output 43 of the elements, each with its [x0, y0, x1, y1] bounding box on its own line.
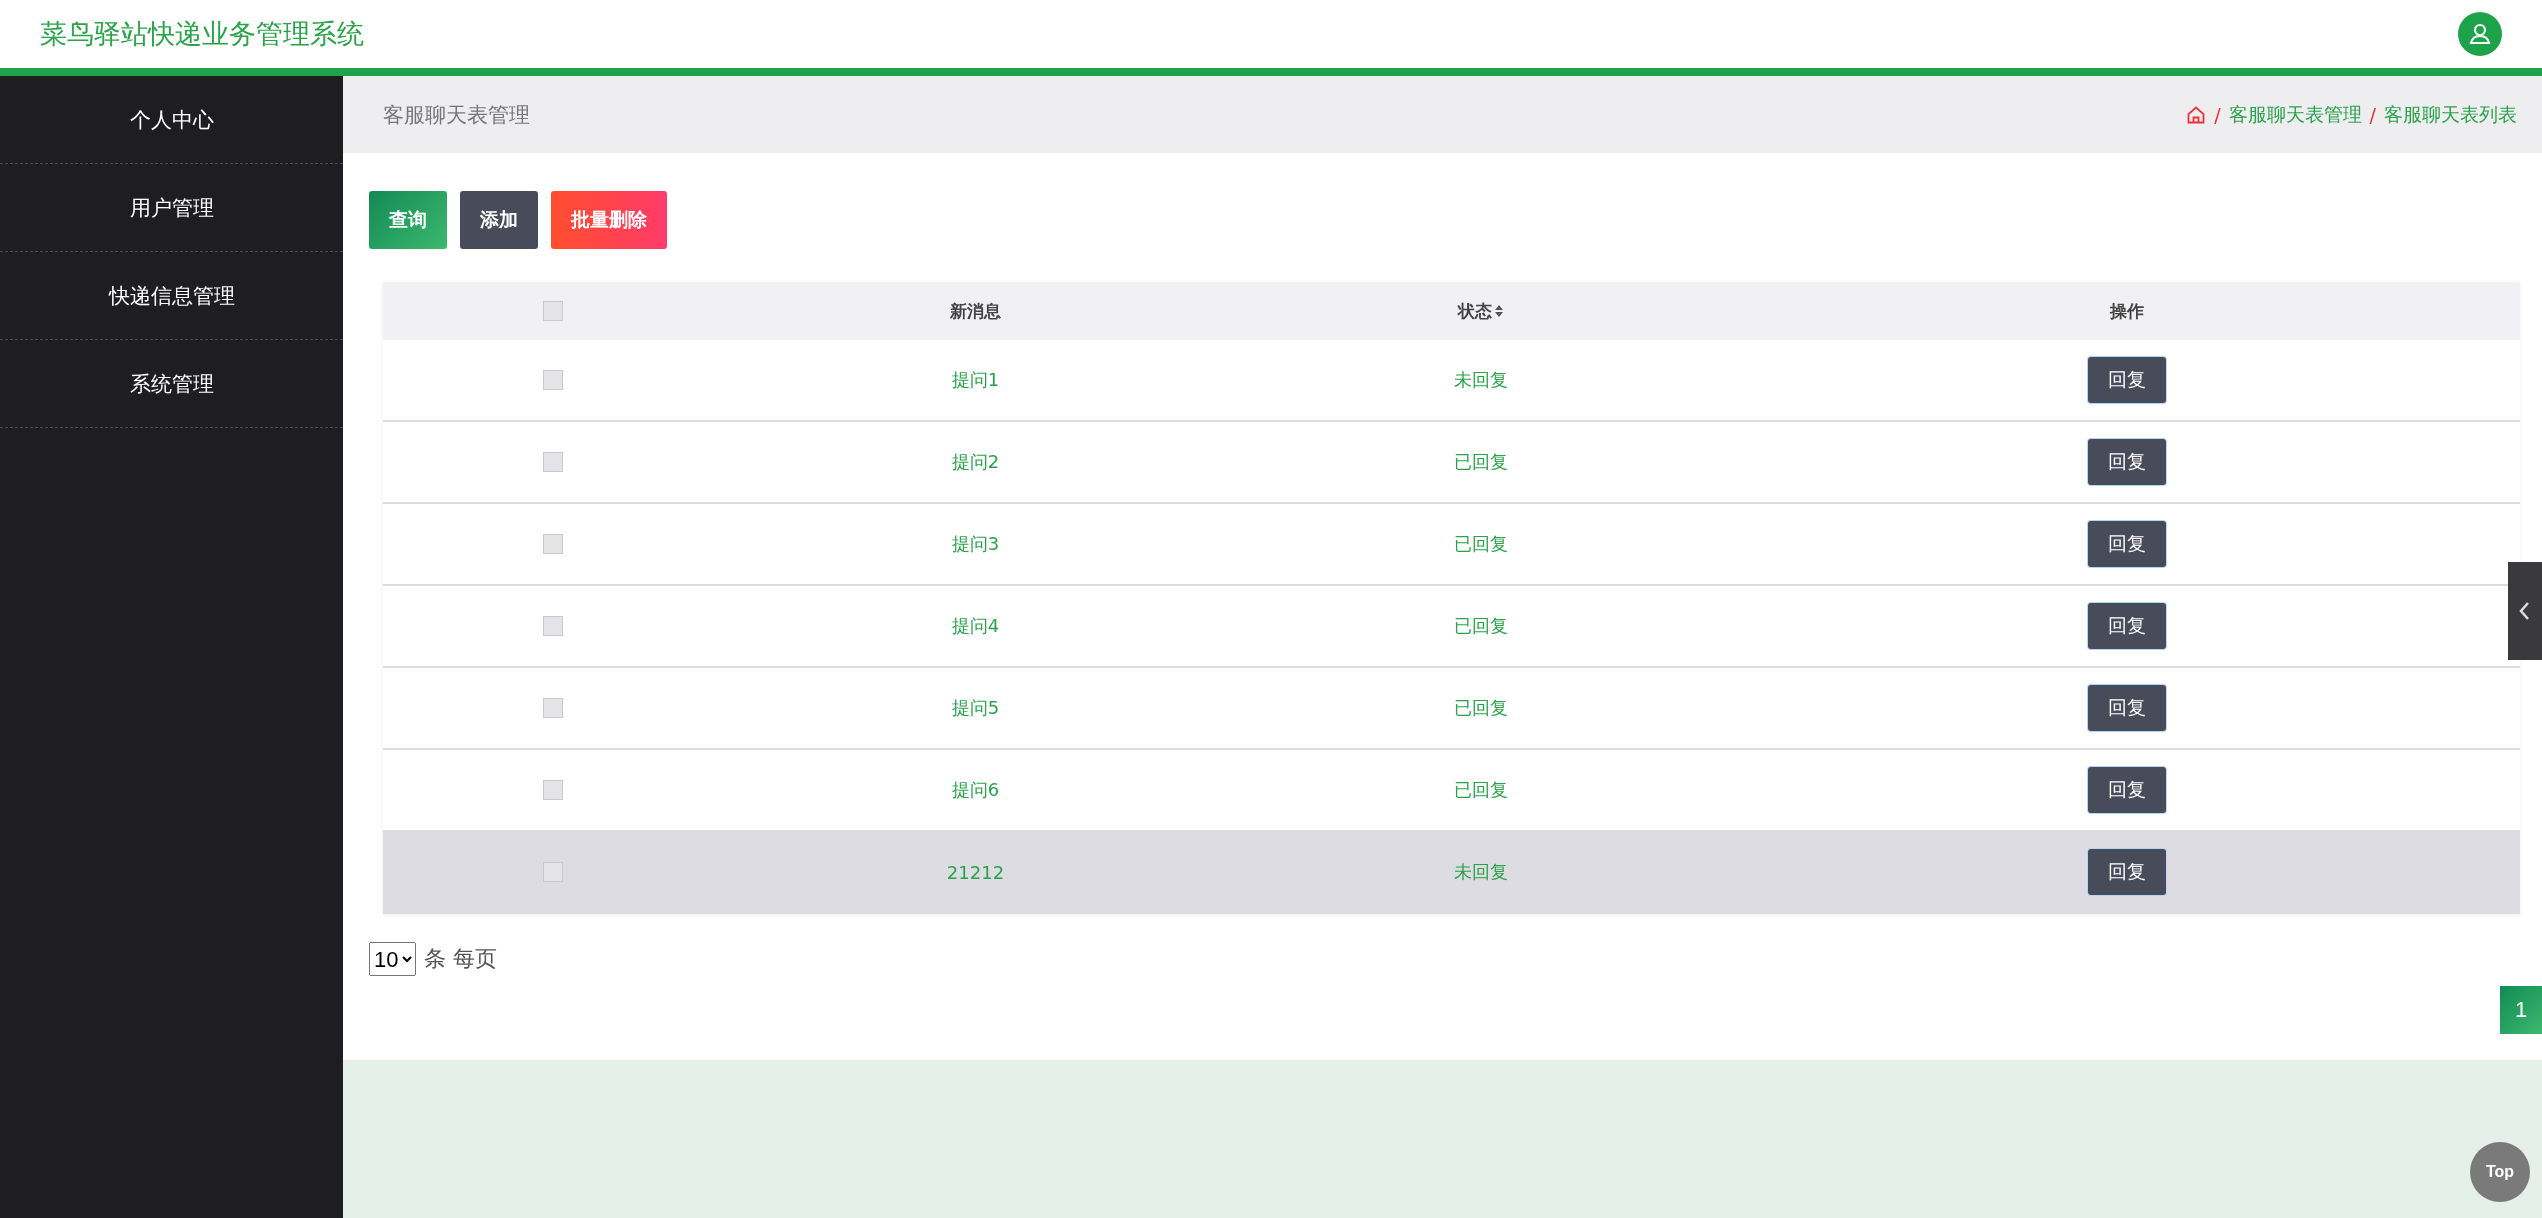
page-size-select[interactable]: 10: [369, 942, 416, 976]
app-title: 菜鸟驿站快递业务管理系统: [40, 17, 364, 51]
reply-button[interactable]: 回复: [2087, 357, 2166, 403]
row-checkbox[interactable]: [543, 534, 563, 554]
status-cell: 已回复: [1453, 778, 1508, 802]
user-avatar-icon[interactable]: [2458, 12, 2502, 56]
reply-button[interactable]: 回复: [2087, 603, 2166, 649]
select-all-checkbox[interactable]: [543, 301, 563, 321]
breadcrumb-separator: /: [2214, 103, 2221, 126]
status-cell: 已回复: [1453, 450, 1508, 474]
row-checkbox[interactable]: [543, 698, 563, 718]
breadcrumb-separator: /: [2369, 103, 2376, 126]
row-checkbox[interactable]: [543, 862, 563, 882]
status-cell: 已回复: [1453, 614, 1508, 638]
column-header[interactable]: 状态: [1457, 299, 1504, 323]
column-header: 新消息: [950, 299, 1001, 323]
message-cell: 提问2: [951, 450, 1000, 474]
message-cell: 提问1: [951, 368, 1000, 392]
status-cell: 已回复: [1453, 696, 1508, 720]
row-checkbox[interactable]: [543, 616, 563, 636]
row-checkbox[interactable]: [543, 780, 563, 800]
status-cell: 未回复: [1453, 860, 1508, 884]
reply-button[interactable]: 回复: [2087, 521, 2166, 567]
page-size-label: 条 每页: [424, 945, 497, 973]
message-cell: 提问3: [951, 532, 1000, 556]
sort-icon[interactable]: [1493, 304, 1504, 318]
message-cell: 提问6: [951, 778, 1000, 802]
reply-button[interactable]: 回复: [2087, 685, 2166, 731]
reply-button[interactable]: 回复: [2087, 849, 2166, 895]
message-cell: 21212: [946, 861, 1005, 883]
reply-button[interactable]: 回复: [2087, 439, 2166, 485]
add-button[interactable]: 添加: [460, 191, 538, 249]
row-checkbox[interactable]: [543, 452, 563, 472]
side-panel-toggle[interactable]: [2508, 562, 2542, 660]
message-cell: 提问5: [951, 696, 1000, 720]
page-title: 客服聊天表管理: [383, 101, 530, 129]
column-header: 操作: [2109, 299, 2144, 323]
message-cell: 提问4: [951, 614, 1000, 638]
row-checkbox[interactable]: [543, 370, 563, 390]
status-cell: 未回复: [1453, 368, 1508, 392]
status-cell: 已回复: [1453, 532, 1508, 556]
reply-button[interactable]: 回复: [2087, 767, 2166, 813]
home-icon[interactable]: [2186, 104, 2207, 125]
